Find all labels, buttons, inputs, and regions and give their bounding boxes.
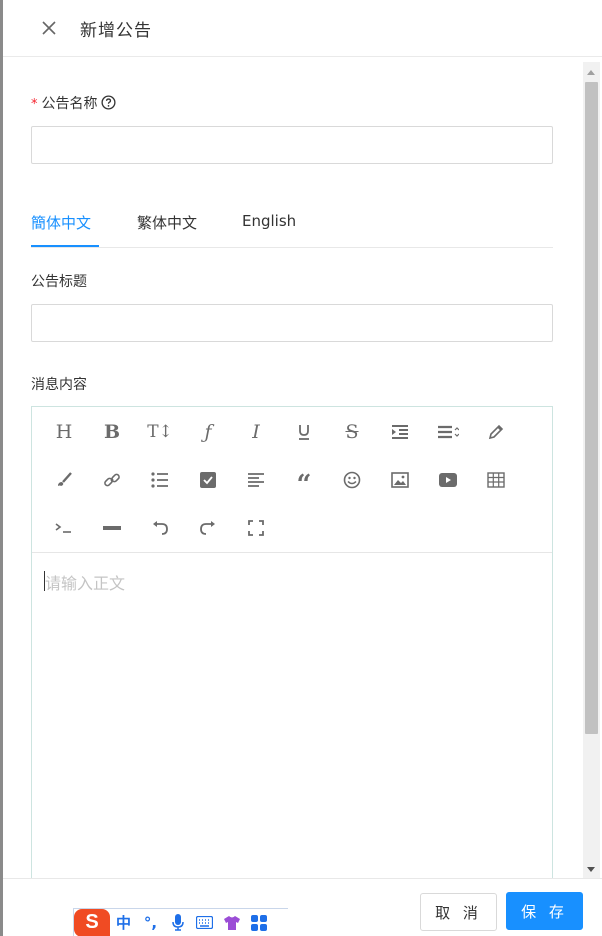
cancel-button[interactable]: 取 消 [420,893,497,931]
checkbox-icon [200,472,216,488]
keyboard-icon [196,916,213,929]
bulleted-list-button[interactable] [145,465,175,495]
italic-icon: I [252,420,260,443]
editor-placeholder: 请输入正文 [45,574,126,593]
list-icon [151,472,168,488]
underline-button[interactable] [289,417,319,447]
required-mark: * [31,97,38,112]
fullscreen-button[interactable] [241,513,271,543]
text-color-button[interactable] [49,465,79,495]
table-icon [487,472,505,488]
video-button[interactable] [433,465,463,495]
undo-button[interactable] [145,513,175,543]
name-label: 公告名称 [41,96,98,112]
divider-icon [103,526,121,530]
rich-text-editor: H B T↕ ƒ I S “ 请输入正文 [31,406,553,886]
redo-icon [200,521,215,535]
tab-active-indicator [31,245,99,247]
font-family-button[interactable]: ƒ [193,417,223,447]
todo-button[interactable] [193,465,223,495]
overlay-edge [0,0,3,936]
ime-toolbar: S 中 °, [73,908,288,936]
undo-icon [153,521,168,535]
editor-toolbar: H B T↕ ƒ I S “ [32,407,552,553]
font-size-icon: T↕ [147,421,173,442]
smile-icon [343,471,361,489]
divider-button[interactable] [97,513,127,543]
drawer-title: 新增公告 [80,21,152,41]
code-button[interactable] [49,513,79,543]
close-button[interactable] [39,18,59,38]
ime-toolbox-button[interactable] [245,909,272,936]
bold-icon: B [103,420,121,443]
tab-traditional-chinese[interactable]: 繁体中文 [137,212,197,233]
quote-icon: “ [296,470,312,500]
editor-content-area[interactable]: 请输入正文 [32,554,552,887]
ime-keyboard-button[interactable] [191,909,218,936]
name-input[interactable] [31,126,553,164]
scroll-thumb[interactable] [585,82,598,734]
tab-simplified-chinese[interactable]: 簡体中文 [31,212,91,233]
heading-button[interactable]: H [49,417,79,447]
fullscreen-icon [248,520,264,536]
brush-icon [58,472,72,486]
strikethrough-button[interactable]: S [337,417,367,447]
vertical-scrollbar[interactable] [583,62,600,878]
drawer-header: 新增公告 [3,0,602,57]
scroll-down-arrow[interactable] [587,867,595,872]
heading-icon: H [55,420,73,443]
microphone-icon [171,914,184,931]
ime-punctuation-toggle[interactable]: °, [137,909,164,936]
grid-apps-icon [250,914,267,931]
underline-icon [299,425,309,440]
title-input[interactable] [31,304,553,342]
table-button[interactable] [481,465,511,495]
image-button[interactable] [385,465,415,495]
quote-button[interactable]: “ [289,465,319,500]
ime-skin-button[interactable] [218,909,245,936]
video-icon [439,473,457,487]
bold-button[interactable]: B [97,417,127,447]
indent-icon [392,425,408,439]
strikethrough-icon: S [345,420,359,443]
save-button[interactable]: 保 存 [506,892,583,930]
sogou-logo[interactable]: S [74,908,110,936]
name-label-row: * 公告名称 [31,93,116,113]
link-icon [104,473,120,487]
link-button[interactable] [97,465,127,495]
question-circle-icon[interactable] [100,95,116,110]
redo-button[interactable] [193,513,223,543]
emoticon-button[interactable] [337,465,367,495]
indent-button[interactable] [385,417,415,447]
line-height-icon [438,425,459,439]
line-height-button[interactable] [433,417,463,447]
drawer-page: 新增公告 * 公告名称 簡体中文 繁体中文 English 公告标题 消息内容 H… [0,0,602,936]
scroll-up-arrow[interactable] [587,70,595,75]
font-family-icon: ƒ [204,420,212,443]
title-label: 公告标题 [31,274,87,290]
terminal-icon [55,523,71,533]
justify-button[interactable] [241,465,271,495]
language-tabs: 簡体中文 繁体中文 English [31,196,553,248]
pencil-icon [488,424,504,440]
ime-voice-button[interactable] [164,909,191,936]
close-icon [42,21,56,35]
italic-button[interactable]: I [241,417,271,447]
font-size-button[interactable]: T↕ [145,417,175,447]
ime-mode-toggle[interactable]: 中 [110,909,137,936]
tab-english[interactable]: English [242,212,296,230]
align-left-icon [248,473,264,487]
tshirt-icon [223,915,240,930]
image-icon [391,472,409,488]
background-color-button[interactable] [481,417,511,447]
content-label: 消息内容 [31,377,87,393]
